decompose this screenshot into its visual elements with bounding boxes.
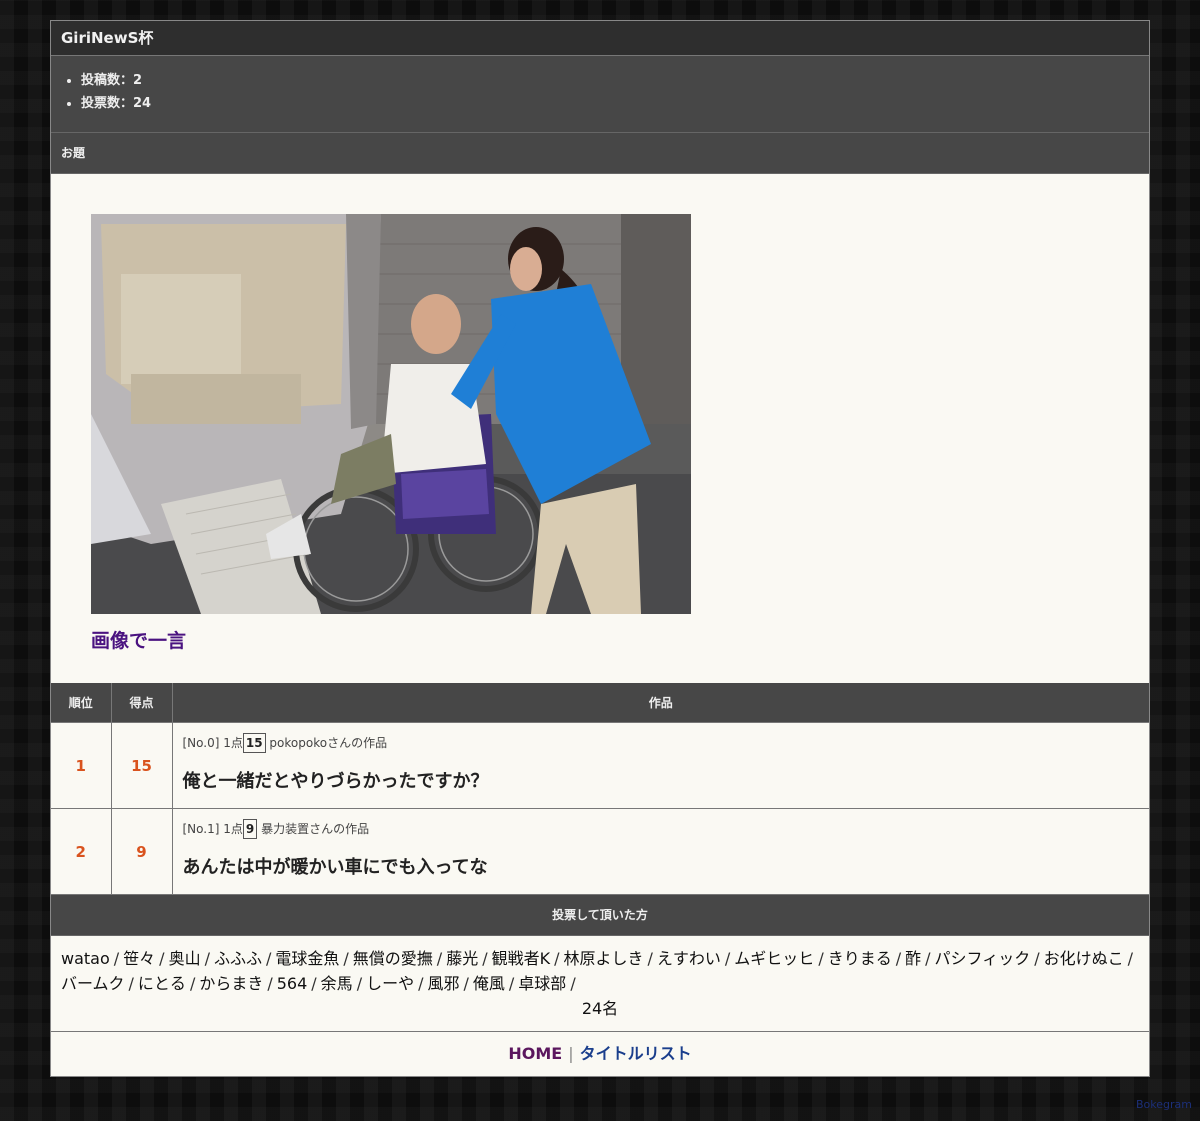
work-cell: [No.0] 1点 15 pokopokoさんの作品 俺と一緒だとやりづらかったで… [171, 722, 1149, 809]
score-cell: 15 [110, 722, 173, 809]
voter-name: バームク [61, 974, 125, 993]
voter-separator: / [482, 949, 488, 968]
voter-name: watao [61, 949, 110, 968]
score-header: 得点 [110, 683, 173, 723]
theme-block: 画像で一言 [51, 174, 1149, 683]
voter-name: えすわい [656, 949, 721, 968]
voter-name: 余馬 [320, 974, 353, 993]
table-row: 1 15 [No.0] 1点 15 pokopokoさんの作品 俺と一緒だとやりづ… [51, 722, 1149, 809]
voter-name: 観戦者K [491, 949, 551, 968]
post-count: 投稿数：2 [81, 69, 1149, 92]
voter-separator: / [311, 974, 317, 993]
entry-text: 俺と一緒だとやりづらかったですか？ [182, 771, 489, 792]
theme-label: 画像で一言 [91, 630, 187, 652]
entry-author: 暴力装置さんの作品 [261, 822, 370, 836]
voter-name: 風邪 [427, 974, 460, 993]
voter-name: 俺風 [472, 974, 505, 993]
voters-block: watao / 笹々 / 奥山 / ふふふ / 電球金魚 / 無償の愛撫 / 藤光 / 観戦者K / 林原よしき… [51, 936, 1149, 1032]
voter-name: 564 [276, 974, 308, 993]
brand-link[interactable]: Bokegram [1136, 1098, 1192, 1111]
results-table: 順位 得点 作品 1 15 [No.0] 1点 15 pokopokoさんの作品 … [51, 683, 1149, 895]
entry-number: [No.1] [182, 822, 220, 836]
work-meta: [No.0] 1点 15 pokopokoさんの作品 [183, 733, 1140, 757]
voter-name: 林原よしき [563, 949, 644, 968]
vote-count: 投票数：24 [81, 92, 1149, 115]
voter-separator: / [343, 949, 349, 968]
voter-separator: / [204, 949, 210, 968]
contest-panel: GiriNewS杯 投稿数：2 投票数：24 お題 [50, 20, 1150, 1077]
voter-name: 笹々 [123, 949, 156, 968]
voter-list: watao / 笹々 / 奥山 / ふふふ / 電球金魚 / 無償の愛撫 / 藤光 / 観戦者K / 林原よしき… [61, 946, 1139, 996]
entry-text: あんたは中が暖かい車にでも入ってな [182, 857, 488, 878]
voter-separator: / [159, 949, 165, 968]
voter-separator: / [554, 949, 560, 968]
entry-number: [No.0] [182, 736, 220, 750]
contest-title: GiriNewS杯 [51, 21, 1149, 56]
theme-photo [91, 214, 691, 614]
voter-separator: / [1034, 949, 1040, 968]
voter-name: にとる [137, 974, 186, 993]
rank-cell: 1 [51, 722, 112, 809]
rank-header: 順位 [51, 683, 112, 723]
points-badge: 15 [242, 733, 266, 753]
voter-separator: / [724, 949, 731, 968]
contest-stats: 投稿数：2 投票数：24 [51, 56, 1149, 133]
footer-nav: HOME | タイトルリスト [51, 1032, 1149, 1076]
nav-divider: | [568, 1044, 574, 1063]
score-cell: 9 [110, 808, 173, 895]
work-cell: [No.1] 1点 9 暴力装置さんの作品 あんたは中が暖かい車にでも入ってな [171, 808, 1149, 895]
voter-separator: / [463, 974, 469, 993]
voter-name: ふふふ [213, 949, 262, 968]
voter-name: 藤光 [446, 949, 479, 968]
voter-name: しーや [366, 974, 415, 993]
voter-name: きりまる [827, 949, 892, 968]
voter-name: パシフィック [934, 949, 1031, 968]
title-list-link[interactable]: タイトルリスト [580, 1044, 692, 1063]
voter-separator: / [1127, 949, 1133, 968]
voter-separator: / [925, 949, 931, 968]
work-meta: [No.1] 1点 9 暴力装置さんの作品 [183, 819, 1140, 843]
results-header-row: 順位 得点 作品 [51, 683, 1149, 723]
voter-separator: / [895, 949, 902, 968]
voter-separator: / [113, 949, 120, 968]
voter-name: ムギヒッヒ [734, 949, 815, 968]
points-badge: 9 [242, 819, 258, 839]
voter-separator: / [436, 949, 443, 968]
entry-author: pokopokoさんの作品 [269, 736, 388, 750]
voter-separator: / [356, 974, 363, 993]
voter-name: 奥山 [168, 949, 201, 968]
voter-name: お化けぬこ [1043, 949, 1124, 968]
voter-name: 電球金魚 [275, 949, 340, 968]
point-unit: 1点 [223, 736, 243, 750]
voter-count: 24名 [581, 999, 619, 1018]
rank-cell: 2 [51, 808, 112, 895]
voter-separator: / [189, 974, 196, 993]
voter-name: からまき [199, 974, 264, 993]
voter-name: 卓球部 [518, 974, 567, 993]
voter-separator: / [570, 974, 576, 993]
voter-separator: / [647, 949, 653, 968]
voter-separator: / [267, 974, 273, 993]
voter-name: 無償の愛撫 [352, 949, 433, 968]
voter-separator: / [418, 974, 424, 993]
table-row: 2 9 [No.1] 1点 9 暴力装置さんの作品 あんたは中が暖かい車にでも入っ… [51, 808, 1149, 895]
voters-heading: 投票して頂いた方 [51, 895, 1149, 936]
voter-separator: / [128, 974, 134, 993]
home-link[interactable]: HOME [508, 1044, 562, 1063]
point-unit: 1点 [223, 822, 243, 836]
voter-separator: / [818, 949, 824, 968]
voter-separator: / [508, 974, 515, 993]
voter-name: 酢 [905, 949, 922, 968]
voter-separator: / [265, 949, 272, 968]
work-header: 作品 [171, 683, 1149, 723]
theme-heading: お題 [51, 133, 1149, 174]
